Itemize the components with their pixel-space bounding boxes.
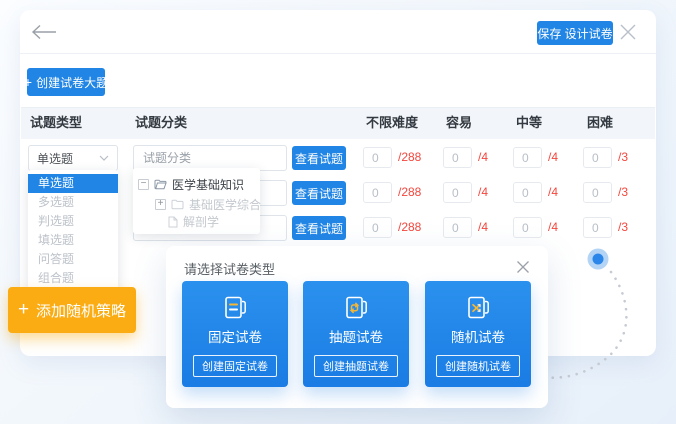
count-input[interactable] bbox=[583, 147, 612, 168]
type-dropdown-panel: 单选题 多选题 判选题 填选题 问答题 组合题 bbox=[28, 170, 118, 292]
create-draw-paper-button[interactable]: 创建抽题试卷 bbox=[314, 355, 398, 377]
limit-label: /288 bbox=[398, 147, 421, 168]
create-paper-section-button[interactable]: + 创建试卷大题 bbox=[27, 68, 105, 96]
count-input[interactable] bbox=[443, 182, 472, 203]
limit-label: /288 bbox=[398, 182, 421, 203]
back-arrow-icon bbox=[30, 23, 58, 41]
folder-icon bbox=[171, 199, 184, 210]
dropdown-option-multi-choice[interactable]: 多选题 bbox=[28, 193, 118, 212]
folder-open-icon bbox=[154, 179, 167, 190]
dropdown-option-judge-choice[interactable]: 判选题 bbox=[28, 212, 118, 231]
save-design-button[interactable]: 保存 设计试卷 bbox=[537, 21, 613, 45]
plus-icon: + bbox=[24, 75, 32, 89]
selected-type: 单选题 bbox=[37, 150, 73, 167]
limit-label: /4 bbox=[548, 182, 558, 203]
close-x-icon bbox=[516, 260, 530, 274]
collapse-icon[interactable]: − bbox=[138, 179, 149, 190]
count-input[interactable] bbox=[583, 182, 612, 203]
tree-node-label: 解剖学 bbox=[183, 213, 219, 230]
create-paper-section-label: 创建试卷大题 bbox=[36, 74, 108, 91]
draw-paper-icon bbox=[340, 293, 372, 323]
count-input[interactable] bbox=[443, 147, 472, 168]
col-question-category: 试题分类 bbox=[135, 115, 187, 131]
fixed-paper-icon bbox=[219, 293, 251, 323]
count-input[interactable] bbox=[513, 182, 542, 203]
close-x-icon bbox=[619, 23, 637, 41]
close-icon[interactable] bbox=[619, 23, 637, 41]
modal-title: 请选择试卷类型 bbox=[184, 259, 275, 278]
limit-label: /4 bbox=[548, 217, 558, 238]
limit-label: /4 bbox=[478, 182, 488, 203]
create-fixed-paper-button[interactable]: 创建固定试卷 bbox=[193, 355, 277, 377]
random-paper-icon bbox=[462, 293, 494, 323]
col-any-difficulty: 不限难度 bbox=[366, 115, 418, 131]
paper-card-label: 固定试卷 bbox=[208, 326, 262, 346]
stat-medium: /4 bbox=[513, 217, 558, 238]
paper-type-modal: 请选择试卷类型 固定试卷 创建固定试卷 抽题试卷 创 bbox=[166, 246, 548, 408]
question-type-select[interactable]: 单选题 bbox=[28, 145, 118, 171]
stat-any: /288 bbox=[363, 147, 421, 168]
limit-label: /3 bbox=[618, 147, 628, 168]
tree-node-branch[interactable]: + 基础医学综合 bbox=[155, 196, 261, 213]
create-random-paper-button[interactable]: 创建随机试卷 bbox=[436, 355, 520, 377]
col-medium: 中等 bbox=[516, 115, 542, 131]
tree-node-leaf[interactable]: 解剖学 bbox=[168, 213, 219, 230]
stat-medium: /4 bbox=[513, 182, 558, 203]
modal-close-icon[interactable] bbox=[516, 260, 530, 274]
stat-easy: /4 bbox=[443, 182, 488, 203]
paper-card-label: 抽题试卷 bbox=[329, 326, 383, 346]
back-icon[interactable] bbox=[30, 23, 58, 41]
limit-label: /4 bbox=[478, 147, 488, 168]
col-hard: 困难 bbox=[587, 115, 613, 131]
draw-paper-card[interactable]: 抽题试卷 创建抽题试卷 bbox=[303, 281, 409, 387]
limit-label: /288 bbox=[398, 217, 421, 238]
topbar-divider bbox=[20, 53, 656, 54]
limit-label: /3 bbox=[618, 182, 628, 203]
tree-node-root[interactable]: − 医学基础知识 bbox=[138, 176, 244, 193]
stat-hard: /3 bbox=[583, 182, 628, 203]
stat-any: /288 bbox=[363, 217, 421, 238]
count-input[interactable] bbox=[513, 147, 542, 168]
stat-medium: /4 bbox=[513, 147, 558, 168]
count-input[interactable] bbox=[363, 217, 392, 238]
stat-easy: /4 bbox=[443, 217, 488, 238]
count-input[interactable] bbox=[513, 217, 542, 238]
view-questions-button[interactable]: 查看试题 bbox=[292, 181, 346, 205]
count-input[interactable] bbox=[443, 217, 472, 238]
add-random-strategy-label: 添加随机策略 bbox=[36, 300, 126, 321]
expand-icon[interactable]: + bbox=[155, 199, 166, 210]
add-random-strategy-button[interactable]: + 添加随机策略 bbox=[8, 287, 136, 333]
dropdown-option-qa[interactable]: 问答题 bbox=[28, 250, 118, 269]
stat-hard: /3 bbox=[583, 217, 628, 238]
fixed-paper-card[interactable]: 固定试卷 创建固定试卷 bbox=[182, 281, 288, 387]
chevron-down-icon bbox=[99, 155, 109, 161]
stat-any: /288 bbox=[363, 182, 421, 203]
count-input[interactable] bbox=[583, 217, 612, 238]
count-input[interactable] bbox=[363, 147, 392, 168]
dropdown-option-combined[interactable]: 组合题 bbox=[28, 269, 118, 288]
view-questions-button[interactable]: 查看试题 bbox=[292, 216, 346, 240]
plus-icon: + bbox=[18, 300, 29, 319]
stat-hard: /3 bbox=[583, 147, 628, 168]
stat-easy: /4 bbox=[443, 147, 488, 168]
limit-label: /4 bbox=[478, 217, 488, 238]
file-icon bbox=[168, 216, 178, 228]
tree-node-label: 基础医学综合 bbox=[189, 196, 261, 213]
table-header-band bbox=[21, 107, 655, 139]
paper-card-label: 随机试卷 bbox=[451, 326, 505, 346]
col-question-type: 试题类型 bbox=[30, 115, 82, 131]
count-input[interactable] bbox=[363, 182, 392, 203]
view-questions-button[interactable]: 查看试题 bbox=[292, 146, 346, 170]
limit-label: /3 bbox=[618, 217, 628, 238]
exam-paper-designer: 保存 设计试卷 + 创建试卷大题 试题类型 试题分类 不限难度 容易 中等 困难… bbox=[0, 0, 676, 424]
dropdown-option-fill-choice[interactable]: 填选题 bbox=[28, 231, 118, 250]
dropdown-option-single-choice[interactable]: 单选题 bbox=[28, 174, 118, 193]
random-paper-card[interactable]: 随机试卷 创建随机试卷 bbox=[425, 281, 531, 387]
tree-node-label: 医学基础知识 bbox=[172, 176, 244, 193]
col-easy: 容易 bbox=[446, 115, 472, 131]
limit-label: /4 bbox=[548, 147, 558, 168]
